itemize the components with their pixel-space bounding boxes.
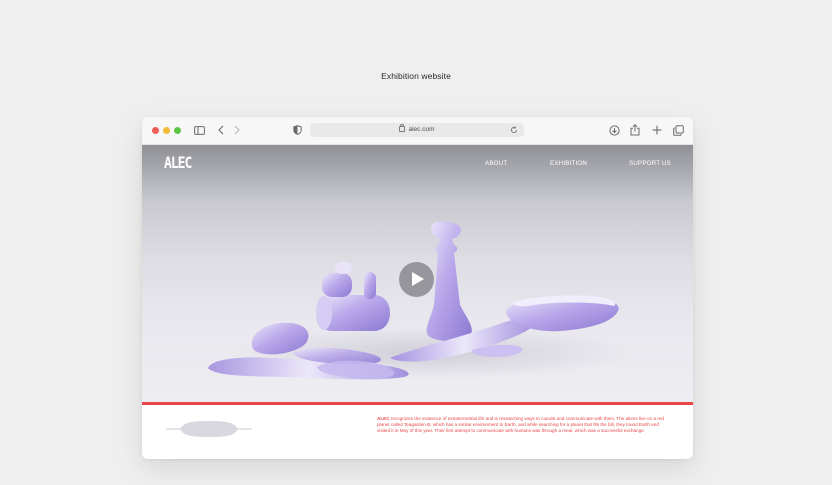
minimize-window-button[interactable] <box>163 127 170 134</box>
nav-about[interactable]: ABOUT <box>485 160 507 167</box>
site-logo[interactable]: ALEC <box>164 154 192 173</box>
url-label: alec.com <box>408 126 435 133</box>
share-icon[interactable] <box>628 123 642 137</box>
nav-support-us[interactable]: SUPPORT US <box>629 160 671 167</box>
zoom-window-button[interactable] <box>174 127 181 134</box>
browser-window: alec.com ALEC ABOUT EXHIBITION SUPPORT U… <box>142 117 693 459</box>
about-brand: ALEC <box>377 416 390 421</box>
about-description: ALEC recognizes the existence of extrate… <box>377 416 673 435</box>
site-footer: ALEC recognizes the existence of extrate… <box>142 405 693 459</box>
privacy-shield-icon[interactable] <box>290 123 304 137</box>
page-title: Exhibition website <box>381 71 451 81</box>
sidebar-icon[interactable] <box>192 123 206 137</box>
close-window-button[interactable] <box>152 127 159 134</box>
forward-icon[interactable] <box>230 123 244 137</box>
download-icon[interactable] <box>607 123 621 137</box>
play-button[interactable] <box>399 262 434 297</box>
tabs-icon[interactable] <box>671 123 685 137</box>
back-icon[interactable] <box>214 123 228 137</box>
footer-pill-graphic <box>166 421 252 437</box>
url-text[interactable]: alec.com <box>310 123 524 137</box>
new-tab-icon[interactable] <box>650 123 664 137</box>
lock-icon <box>399 124 406 132</box>
about-body: recognizes the existence of extraterrest… <box>377 416 664 434</box>
address-bar[interactable]: alec.com <box>310 123 524 137</box>
browser-toolbar: alec.com <box>142 117 693 145</box>
hero-section: ALEC ABOUT EXHIBITION SUPPORT US <box>142 145 693 402</box>
reload-icon[interactable] <box>509 125 519 135</box>
nav-exhibition[interactable]: EXHIBITION <box>550 160 587 167</box>
